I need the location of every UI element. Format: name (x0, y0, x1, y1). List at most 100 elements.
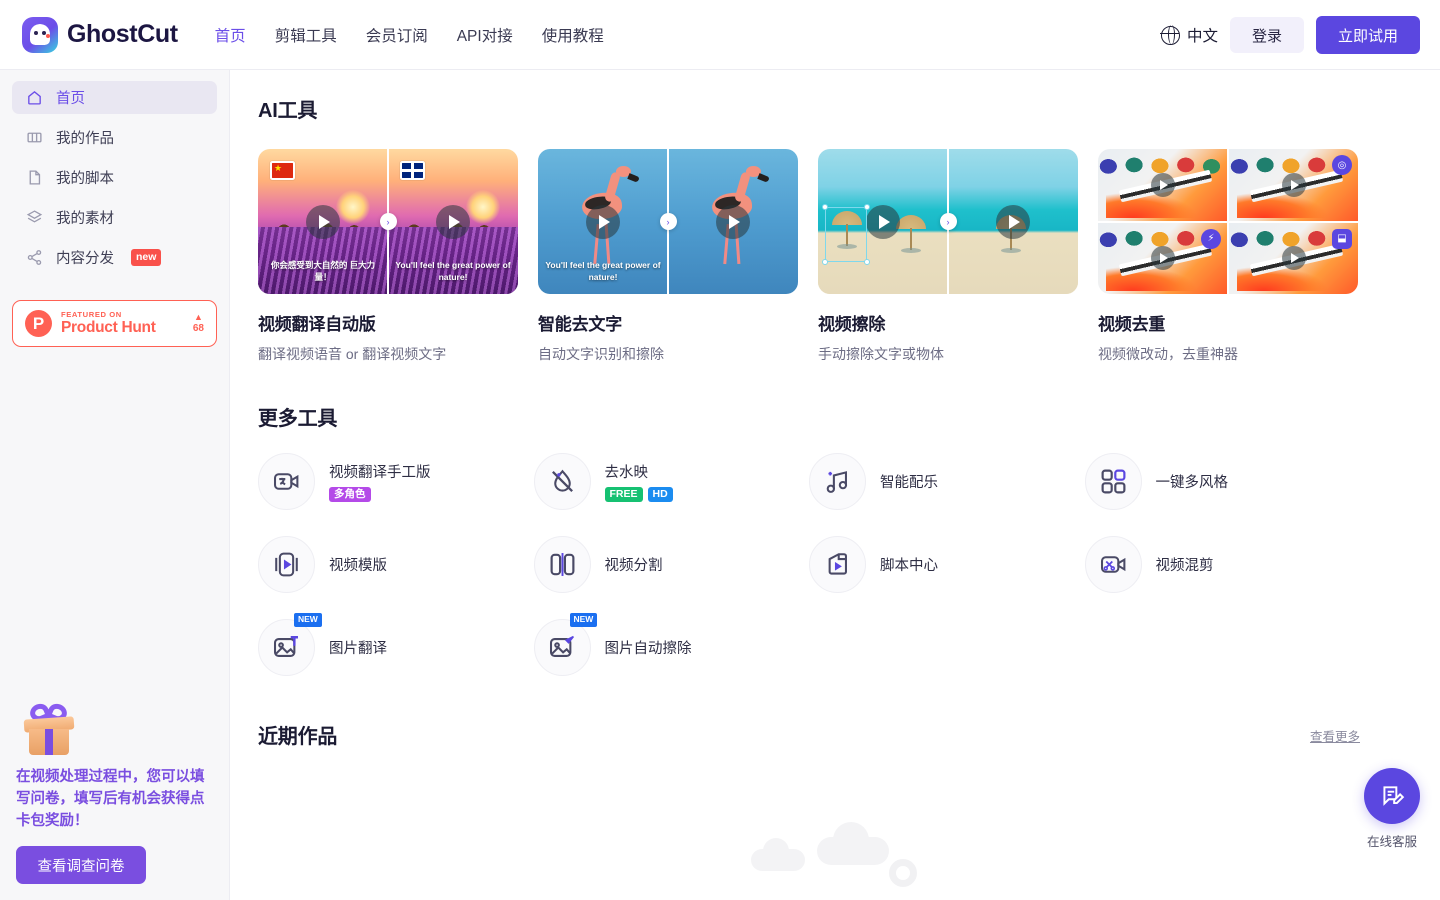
ai-tool-desc: 视频微改动，去重神器 (1098, 346, 1238, 362)
sidebar-item-content-distribution[interactable]: 内容分发 new (12, 241, 217, 274)
ai-tool-desc: 翻译视频语音 or 翻译视频文字 (258, 346, 447, 362)
tool-item-watermark-removal[interactable]: 去水映 FREE HD (533, 453, 810, 510)
gift-icon (22, 701, 80, 756)
brand-logo[interactable]: GhostCut (22, 16, 178, 53)
ai-tool-desc: 手动擦除文字或物体 (818, 346, 944, 362)
image-erase-icon (533, 619, 591, 676)
online-support-label: 在线客服 (1366, 835, 1417, 849)
nav-item-editing-tools[interactable]: 剪辑工具 (275, 24, 337, 46)
thumbnail-before-pane: You'll feel the great power of nature! (538, 149, 668, 294)
nav-item-membership[interactable]: 会员订阅 (366, 24, 428, 46)
tool-item-video-split[interactable]: 视频分割 (533, 536, 810, 593)
brand-name: GhostCut (67, 20, 178, 48)
ai-tool-desc: 自动文字识别和擦除 (538, 346, 664, 362)
tool-label: 视频模版 (329, 558, 387, 574)
chat-edit-icon[interactable] (1364, 768, 1420, 824)
play-icon[interactable] (306, 204, 340, 239)
tool-item-smart-music[interactable]: 智能配乐 (809, 453, 1085, 510)
upvote-arrow-icon: ▲ (193, 311, 203, 322)
compare-slider-handle[interactable]: › (379, 213, 397, 230)
ai-tool-card-video-dedup[interactable]: ◎ ⚡ ⬓ 视频去重 视频微改动，去重神器 (1098, 149, 1358, 364)
ai-tool-thumbnail[interactable]: 你会感受到大自然的 巨大力量！ You'll feel the great po… (258, 149, 518, 294)
watermark-remove-icon (533, 453, 591, 510)
thumbnail-before-pane: 你会感受到大自然的 巨大力量！ (258, 149, 388, 294)
recent-works-section-title: 近期作品 (258, 726, 338, 748)
flag-uk-icon (400, 161, 425, 180)
caption-after: You'll feel the great power of nature! (395, 260, 511, 282)
free-trial-button[interactable]: 立即试用 (1315, 16, 1420, 54)
tool-label: 脚本中心 (880, 558, 938, 574)
tool-label: 视频分割 (604, 558, 663, 574)
online-support-widget: 在线客服 (1354, 768, 1430, 850)
sidebar-item-my-scripts[interactable]: 我的脚本 (12, 161, 217, 194)
recent-works-header: 近期作品 查看更多 (258, 720, 1360, 749)
tool-item-image-auto-erase[interactable]: NEW 图片自动擦除 (533, 613, 810, 676)
play-icon[interactable] (996, 204, 1030, 239)
sidebar-item-my-assets[interactable]: 我的素材 (12, 201, 217, 234)
tool-texts: 视频翻译手工版 多角色 (329, 461, 431, 503)
sidebar-new-badge: new (131, 248, 162, 267)
grid-four-icon (1084, 453, 1142, 510)
tool-item-video-translate-manual[interactable]: 视频翻译手工版 多角色 (258, 453, 534, 510)
ai-tool-thumbnail[interactable]: › (818, 149, 1078, 294)
thumbnail-before-pane (818, 149, 948, 294)
tool-item-multi-style[interactable]: 一键多风格 (1084, 453, 1361, 510)
sidebar-item-content-distribution-label: 内容分发 (56, 251, 114, 267)
ai-tool-title: 智能去文字 (538, 315, 622, 334)
play-icon[interactable] (436, 204, 470, 239)
ai-tool-card-smart-text-removal[interactable]: You'll feel the great power of nature! ›… (538, 149, 798, 364)
tool-item-script-center[interactable]: 脚本中心 (809, 536, 1085, 593)
video-split-icon (533, 536, 591, 593)
play-icon[interactable] (1281, 172, 1306, 197)
language-label: 中文 (1186, 28, 1218, 45)
ghost-logo-icon (22, 16, 58, 53)
tool-label: 视频混剪 (1155, 558, 1214, 574)
tool-item-image-translate[interactable]: NEW 图片翻译 (258, 613, 534, 676)
play-icon[interactable] (1150, 172, 1175, 197)
top-header: GhostCut 首页 剪辑工具 会员订阅 API对接 使用教程 中文 登录 立… (0, 0, 1440, 70)
language-switcher[interactable]: 中文 (1160, 24, 1218, 46)
ai-tool-card-video-erase[interactable]: › 视频擦除 手动擦除文字或物体 (818, 149, 1078, 364)
nav-item-api[interactable]: API对接 (457, 24, 513, 46)
badge-new: NEW (569, 613, 598, 627)
play-icon[interactable] (716, 204, 750, 239)
tool-label: 智能配乐 (880, 475, 938, 491)
sidebar-item-my-works-label: 我的作品 (56, 131, 114, 147)
compare-slider-handle[interactable]: › (939, 213, 957, 230)
view-more-link[interactable]: 查看更多 (1310, 726, 1360, 745)
compare-slider-handle[interactable]: › (659, 213, 677, 230)
tool-item-video-mix[interactable]: 视频混剪 (1084, 536, 1361, 593)
dedup-badge-icon: ⚡ (1201, 228, 1221, 249)
nav-item-tutorial[interactable]: 使用教程 (542, 24, 604, 46)
play-icon[interactable] (586, 204, 620, 239)
play-icon[interactable] (866, 204, 900, 239)
product-hunt-icon: P (25, 310, 52, 337)
ai-tool-title: 视频翻译自动版 (258, 315, 376, 334)
ai-tool-card-video-translate[interactable]: 你会感受到大自然的 巨大力量！ You'll feel the great po… (258, 149, 518, 364)
sidebar-item-home[interactable]: 首页 (12, 81, 217, 114)
dedup-badge-icon: ⬓ (1332, 228, 1352, 249)
empty-state-illustration (709, 819, 917, 889)
thumbnail-after-pane: You'll feel the great power of nature! (388, 149, 518, 294)
sidebar-item-my-works[interactable]: 我的作品 (12, 121, 217, 154)
ai-tool-thumbnail[interactable]: You'll feel the great power of nature! › (538, 149, 798, 294)
tool-item-video-template[interactable]: 视频模版 (258, 536, 534, 593)
home-icon (28, 90, 41, 105)
document-icon (29, 170, 41, 185)
flag-cn-icon (270, 161, 295, 180)
erase-selection-box[interactable] (822, 204, 870, 265)
play-icon[interactable] (1281, 246, 1306, 271)
ai-tool-thumbnail[interactable]: ◎ ⚡ ⬓ (1098, 149, 1358, 294)
product-hunt-votes: ▲ 68 (193, 311, 204, 335)
tool-badges: FREE HD (604, 486, 673, 503)
tool-label: 视频翻译手工版 (329, 464, 431, 481)
tool-label: 图片自动擦除 (604, 641, 692, 657)
product-hunt-badge[interactable]: P FEATURED ON Product Hunt ▲ 68 (12, 300, 217, 347)
product-hunt-featured-label: FEATURED ON (61, 310, 122, 320)
view-survey-button[interactable]: 查看调查问卷 (16, 846, 146, 884)
badge-multi-role: 多角色 (329, 486, 371, 503)
play-icon[interactable] (1150, 246, 1175, 271)
nav-item-home[interactable]: 首页 (215, 24, 246, 46)
ring-shape (889, 859, 917, 887)
login-button[interactable]: 登录 (1229, 17, 1304, 53)
